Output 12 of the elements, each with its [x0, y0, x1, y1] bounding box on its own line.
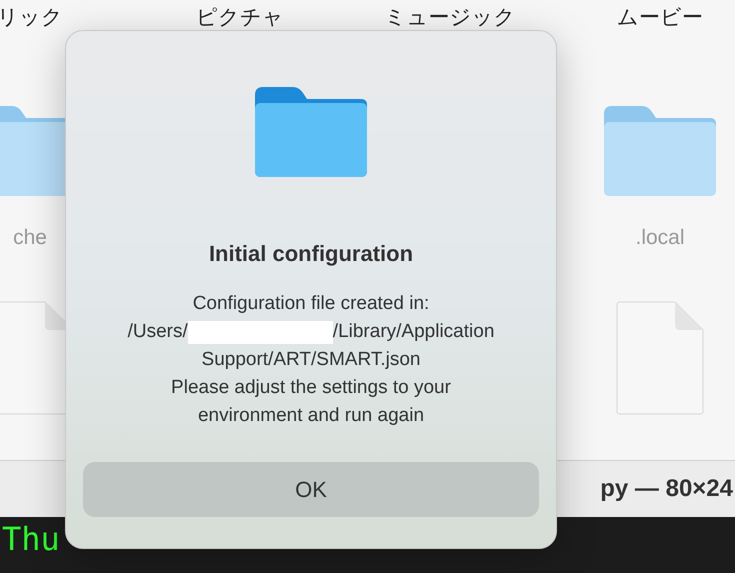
folder-label: ムービー	[617, 5, 703, 31]
folder-label: ミュージック	[384, 5, 516, 31]
folder-label: ピクチャ	[196, 5, 284, 31]
folder-name: che	[13, 224, 47, 250]
document-icon	[615, 301, 705, 416]
dialog-message: Configuration file created in: /Users/ /Library/Application Support/ART/SMART.json Please adjust the settings to your environment and run again	[128, 292, 494, 428]
folder-name: .local	[635, 224, 685, 250]
ok-button[interactable]: OK	[83, 462, 539, 517]
folder-label: リック	[0, 5, 63, 31]
terminal-title: py — 80×24	[600, 474, 733, 504]
dialog-title: Initial configuration	[208, 240, 414, 268]
terminal-line: Thu	[1, 521, 61, 557]
